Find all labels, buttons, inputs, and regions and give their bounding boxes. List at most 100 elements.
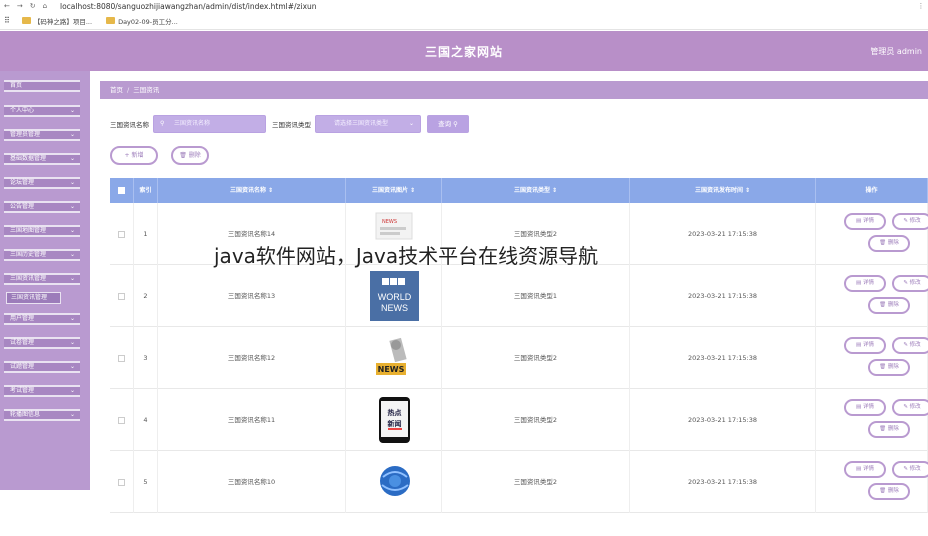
delete-button[interactable]: 🗑 删除 [171, 146, 209, 165]
column-header[interactable]: 三国资讯名称 ⇕ [158, 178, 346, 203]
admin-user[interactable]: 管理员 admin [870, 46, 922, 57]
row-type: 三国资讯类型1 [442, 265, 630, 327]
edit-button[interactable]: ✎ 修改 [892, 399, 928, 416]
row-type: 三国资讯类型2 [442, 389, 630, 451]
address-bar[interactable]: localhost:8080/sanguozhijiawangzhan/admi… [58, 2, 914, 11]
detail-button[interactable]: ▤ 详情 [844, 399, 886, 416]
row-delete-button[interactable]: 🗑 删除 [868, 421, 910, 438]
select-all-checkbox[interactable] [118, 187, 125, 194]
checkbox-cell [110, 265, 134, 327]
edit-button[interactable]: ✎ 修改 [892, 461, 928, 478]
chevron-down-icon: ⌄ [69, 387, 75, 394]
row-time: 2023-03-21 17:15:38 [630, 451, 816, 513]
edit-button[interactable]: ✎ 修改 [892, 213, 928, 230]
column-header[interactable]: 三国资讯发布时间 ⇕ [630, 178, 816, 203]
back-icon[interactable]: ← [4, 2, 10, 10]
edit-button[interactable]: ✎ 修改 [892, 337, 928, 354]
chevron-down-icon: ⌄ [69, 179, 75, 186]
image-cell: WORLD NEWS [346, 265, 442, 327]
select-all-header[interactable] [110, 178, 134, 203]
breadcrumb-current: 三国资讯 [133, 86, 160, 94]
svg-text:热点: 热点 [388, 408, 402, 417]
bookmark-item[interactable]: 【码神之路】项目... [21, 16, 92, 26]
sidebar-item[interactable]: 用户管理 ⌄ [4, 313, 80, 325]
column-header: 索引 [134, 178, 158, 203]
svg-text:NEWS: NEWS [378, 365, 405, 374]
sidebar-item[interactable]: 公告管理 ⌄ [4, 201, 80, 213]
sidebar-item[interactable]: 轮播图信息 ⌄ [4, 409, 80, 421]
column-header[interactable]: 三国资讯图片 ⇕ [346, 178, 442, 203]
news-thumbnail: 热点 新闻 [370, 395, 419, 445]
sidebar-item-label: 试题管理 [10, 363, 35, 370]
chevron-down-icon: ⌄ [69, 227, 75, 234]
bookmarks-bar: ⠿ 【码神之路】项目... Day02-09-员工分... [0, 12, 928, 30]
sidebar-item[interactable]: 管理员管理 ⌄ [4, 129, 80, 141]
svg-text:NEWS: NEWS [382, 219, 397, 225]
table-row: 2 三国资讯名称13 WORLD NEWS 三国资讯类型1 2023-03-21 17:1… [110, 265, 928, 327]
checkbox-cell [110, 203, 134, 265]
operations-cell: ▤ 详情 ✎ 修改 🗑 删除 [816, 327, 928, 389]
sidebar-item-label: 基础数据管理 [10, 155, 47, 162]
sidebar-item[interactable]: 首页 [4, 80, 80, 92]
forward-icon[interactable]: → [17, 2, 23, 10]
sidebar-item[interactable]: 试卷管理 ⌄ [4, 337, 80, 349]
detail-button[interactable]: ▤ 详情 [844, 337, 886, 354]
data-table: 索引 三国资讯名称 ⇕ 三国资讯图片 ⇕ 三国资讯类型 ⇕ 三国资讯发布时间 ⇕ 操作 1… [110, 178, 928, 513]
row-checkbox[interactable] [118, 416, 125, 424]
search-bar: 三国资讯名称 ⚲ 三国资讯名称 三国资讯类型 请选择三国资讯类型 ⌄ 查询 ⚲ [110, 115, 469, 133]
folder-icon [106, 17, 116, 24]
row-checkbox[interactable] [118, 354, 125, 362]
chevron-down-icon: ⌄ [69, 411, 75, 418]
table-row: 3 三国资讯名称12 NEWS 三国资讯类型2 2023-03-21 17:15:38 ▤… [110, 327, 928, 389]
bookmark-item[interactable]: Day02-09-员工分... [106, 16, 178, 26]
type-label: 三国资讯类型 [272, 121, 311, 129]
detail-button[interactable]: ▤ 详情 [844, 461, 886, 478]
sidebar-item[interactable]: 三国资讯管理 ⌄ [4, 273, 80, 285]
row-delete-button[interactable]: 🗑 删除 [868, 359, 910, 376]
sidebar-item[interactable]: 三国地图管理 ⌄ [4, 225, 80, 237]
sidebar-item[interactable]: 基础数据管理 ⌄ [4, 153, 80, 165]
sidebar-item[interactable]: 三国历史管理 ⌄ [4, 249, 80, 261]
sidebar-subitem[interactable]: 三国资讯管理 [6, 292, 61, 304]
row-index: 4 [134, 389, 158, 451]
row-time: 2023-03-21 17:15:38 [630, 389, 816, 451]
checkbox-cell [110, 451, 134, 513]
browser-menu-icon[interactable]: ⋮ [914, 2, 928, 10]
news-thumbnail: NEWS [370, 333, 419, 383]
sidebar-item[interactable]: 论坛管理 ⌄ [4, 177, 80, 189]
edit-button[interactable]: ✎ 修改 [892, 275, 928, 292]
row-index: 3 [134, 327, 158, 389]
search-button[interactable]: 查询 ⚲ [427, 115, 469, 133]
app-header: 三国之家网站 管理员 admin [0, 31, 928, 71]
sidebar-item-label: 公告管理 [10, 203, 35, 210]
apps-icon[interactable]: ⠿ [4, 16, 10, 25]
detail-button[interactable]: ▤ 详情 [844, 213, 886, 230]
row-time: 2023-03-21 17:15:38 [630, 203, 816, 265]
operations-cell: ▤ 详情 ✎ 修改 🗑 删除 [816, 451, 928, 513]
row-checkbox[interactable] [118, 230, 125, 238]
home-icon[interactable]: ⌂ [43, 2, 47, 10]
row-name: 三国资讯名称13 [158, 265, 346, 327]
row-delete-button[interactable]: 🗑 删除 [868, 483, 910, 500]
row-checkbox[interactable] [118, 292, 125, 300]
name-label: 三国资讯名称 [110, 121, 149, 129]
image-cell [346, 451, 442, 513]
name-search-input[interactable]: ⚲ 三国资讯名称 [153, 115, 266, 133]
breadcrumb-home[interactable]: 首页 [110, 86, 123, 94]
chevron-down-icon: ⌄ [69, 131, 75, 138]
row-checkbox[interactable] [118, 478, 125, 486]
add-button[interactable]: + 新增 [110, 146, 158, 165]
chevron-down-icon: ⌄ [69, 155, 75, 162]
sidebar-item-label: 论坛管理 [10, 179, 35, 186]
reload-icon[interactable]: ↻ [30, 2, 36, 10]
row-delete-button[interactable]: 🗑 删除 [868, 235, 910, 252]
main-content: 首页 / 三国资讯 三国资讯名称 ⚲ 三国资讯名称 三国资讯类型 请选择三国资讯类型 ⌄… [90, 71, 928, 513]
type-select[interactable]: 请选择三国资讯类型 ⌄ [315, 115, 421, 133]
detail-button[interactable]: ▤ 详情 [844, 275, 886, 292]
row-delete-button[interactable]: 🗑 删除 [868, 297, 910, 314]
column-header[interactable]: 三国资讯类型 ⇕ [442, 178, 630, 203]
sidebar-item[interactable]: 试题管理 ⌄ [4, 361, 80, 373]
row-time: 2023-03-21 17:15:38 [630, 327, 816, 389]
sidebar-item[interactable]: 个人中心 ⌄ [4, 105, 80, 117]
sidebar-item[interactable]: 考试管理 ⌄ [4, 385, 80, 397]
